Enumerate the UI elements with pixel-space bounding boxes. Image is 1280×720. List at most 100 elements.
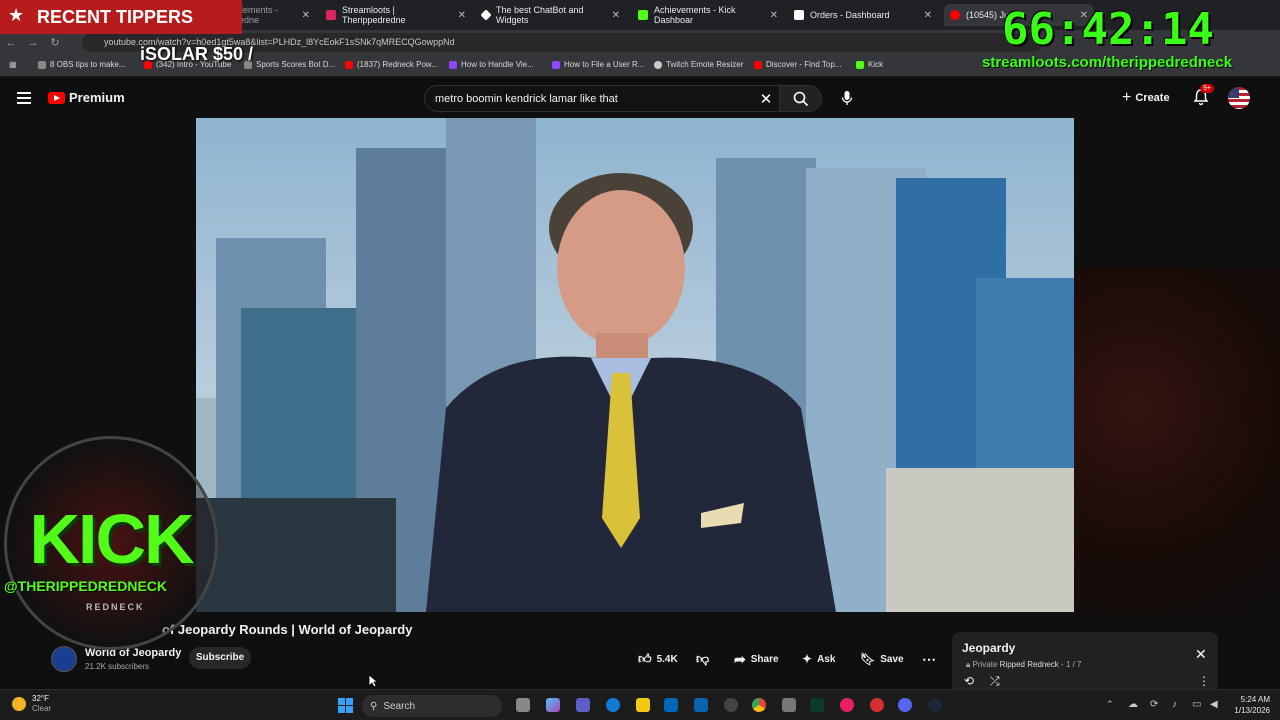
back-icon[interactable]: ← (0, 37, 22, 49)
clock-time: 5:24 AM (1240, 695, 1270, 704)
create-button[interactable]: + Create (1122, 87, 1170, 109)
close-icon[interactable]: ✕ (612, 10, 620, 21)
more-vertical-icon[interactable]: ⋮ (1198, 674, 1210, 688)
reload-icon[interactable]: ↻ (44, 36, 66, 49)
shuffle-icon[interactable]: ⤮ (990, 674, 1000, 689)
bookmark[interactable]: How to File a User R... (552, 60, 644, 69)
bookmark-label: How to Handle Vie... (461, 60, 534, 69)
playlist-panel: Jeopardy 🔒︎ Private Ripped Redneck - 1 /… (952, 632, 1218, 690)
app-icon[interactable] (782, 698, 796, 712)
video-player[interactable] (196, 118, 1074, 612)
system-clock[interactable]: 5:24 AM 1/13/2026 (1230, 694, 1270, 716)
tab-label: The best ChatBot and Widgets (496, 5, 584, 25)
subscribe-button[interactable]: Subscribe (189, 647, 251, 669)
like-button[interactable]: 👍︎ 5.4K (638, 648, 678, 670)
obs-icon[interactable] (724, 698, 738, 712)
voice-search-button[interactable] (836, 87, 858, 109)
streamloots-icon (326, 10, 336, 20)
apps-grid-icon[interactable]: ▦ (9, 60, 17, 69)
youtube-header: Premium ✕ + Create 9+ (0, 78, 1280, 118)
save-button[interactable]: 🔖︎ Save (860, 648, 904, 670)
playlist-privacy: Private (972, 660, 998, 669)
screen: StreamElements - ripppedredne ✕ Streamlo… (0, 0, 1280, 720)
thumbs-up-icon: 👍︎ (638, 651, 652, 666)
bookmark[interactable]: Discover - Find Top... (754, 60, 841, 69)
forward-icon[interactable]: → (22, 37, 44, 49)
sync-icon[interactable]: ⟳ (1150, 699, 1158, 710)
tipper-ticker: iSOLAR $50 / (140, 44, 254, 64)
notification-badge: 9+ (1200, 84, 1214, 93)
diamond-icon (480, 9, 492, 21)
teams-icon[interactable] (576, 698, 590, 712)
account-avatar[interactable] (1228, 87, 1250, 109)
close-icon[interactable]: ✕ (770, 10, 778, 21)
dislike-button[interactable]: 👎︎ (696, 648, 709, 670)
windows-start-icon[interactable] (338, 698, 353, 713)
tray-chevron-icon[interactable]: ⌃ (1106, 699, 1114, 710)
tab-label: Orders - Dashboard (810, 10, 890, 20)
tab-kick-achievements[interactable]: Achievements - Kick Dashboar ✕ (632, 4, 784, 26)
bookmark-save-icon: 🔖︎ (860, 652, 876, 666)
weather-widget[interactable]: 32°F Clear (12, 694, 51, 714)
video-frame (196, 118, 1074, 612)
more-actions-button[interactable]: ⋯ (922, 648, 936, 670)
cloud-icon[interactable]: ☁ (1128, 699, 1138, 710)
bookmark-label: Twitch Emote Resizer (666, 60, 744, 69)
close-icon[interactable]: ✕ (458, 10, 466, 21)
bookmark-icon (38, 60, 46, 69)
bookmark[interactable]: 8 OBS tips to make... (38, 60, 126, 69)
playlist-position: 1 / 7 (1065, 660, 1082, 669)
streaming-app-icon[interactable] (870, 698, 884, 712)
display-icon[interactable]: ▭ (1192, 699, 1201, 710)
task-view-icon[interactable] (516, 698, 530, 712)
chrome-icon[interactable] (752, 698, 766, 712)
tab-label: Streamloots | Therippedredne (342, 5, 406, 25)
more-horizontal-icon: ⋯ (922, 650, 936, 667)
playlist-owner[interactable]: Ripped Redneck (1000, 660, 1059, 669)
volume-icon[interactable]: ◀ (1210, 699, 1218, 710)
search-button[interactable] (779, 86, 821, 111)
recent-tippers-label: RECENT TIPPERS (37, 7, 194, 27)
share-button[interactable]: ➦ Share (734, 648, 779, 670)
search-box: ✕ (424, 85, 822, 112)
loop-icon[interactable]: ⟲ (964, 674, 974, 688)
ambient-background (1074, 268, 1280, 618)
taskbar-search[interactable]: ⚲ Search (362, 695, 502, 717)
bookmark[interactable]: Twitch Emote Resizer (654, 60, 743, 69)
close-icon[interactable]: ✕ (302, 10, 310, 21)
outlook-icon[interactable] (694, 698, 708, 712)
tab-orders[interactable]: Orders - Dashboard ✕ (788, 4, 938, 26)
store-icon[interactable] (664, 698, 678, 712)
hamburger-menu-icon[interactable] (17, 92, 31, 104)
ask-button[interactable]: ✦ Ask (802, 648, 835, 670)
search-icon: ⚲ (370, 700, 378, 712)
close-icon[interactable]: ✕ (924, 10, 932, 21)
tab-streamloots[interactable]: Streamloots | Therippedredne ✕ (320, 4, 472, 26)
star-icon: ★ (8, 5, 25, 25)
search-input[interactable] (425, 92, 753, 105)
search-icon (793, 91, 808, 106)
bookmark[interactable]: (1837) Redneck Pow... (345, 60, 438, 69)
like-count: 5.4K (656, 653, 678, 665)
clear-search-icon[interactable]: ✕ (753, 90, 779, 108)
twitch-icon (552, 60, 560, 69)
edge-icon[interactable] (606, 698, 620, 712)
tab-chatbot[interactable]: The best ChatBot and Widgets ✕ (476, 4, 626, 26)
plus-icon: + (1122, 89, 1132, 106)
youtube-logo[interactable]: Premium (48, 90, 125, 105)
sparkle-icon: ✦ (802, 652, 813, 666)
terminal-icon[interactable] (810, 698, 824, 712)
bookmark[interactable]: Sports Scores Bot D... (244, 60, 335, 69)
bookmark[interactable]: Kick (856, 60, 883, 69)
steam-icon[interactable] (928, 698, 942, 712)
copilot-icon[interactable] (546, 698, 560, 712)
close-playlist-icon[interactable]: ✕ (1195, 646, 1207, 663)
mic-tray-icon[interactable]: ♪ (1172, 699, 1177, 710)
discord-icon[interactable] (898, 698, 912, 712)
file-explorer-icon[interactable] (636, 698, 650, 712)
channel-avatar[interactable] (51, 646, 77, 672)
playlist-title[interactable]: Jeopardy (962, 641, 1015, 655)
ask-label: Ask (817, 653, 836, 665)
audio-app-icon[interactable] (840, 698, 854, 712)
bookmark[interactable]: How to Handle Vie... (449, 60, 534, 69)
